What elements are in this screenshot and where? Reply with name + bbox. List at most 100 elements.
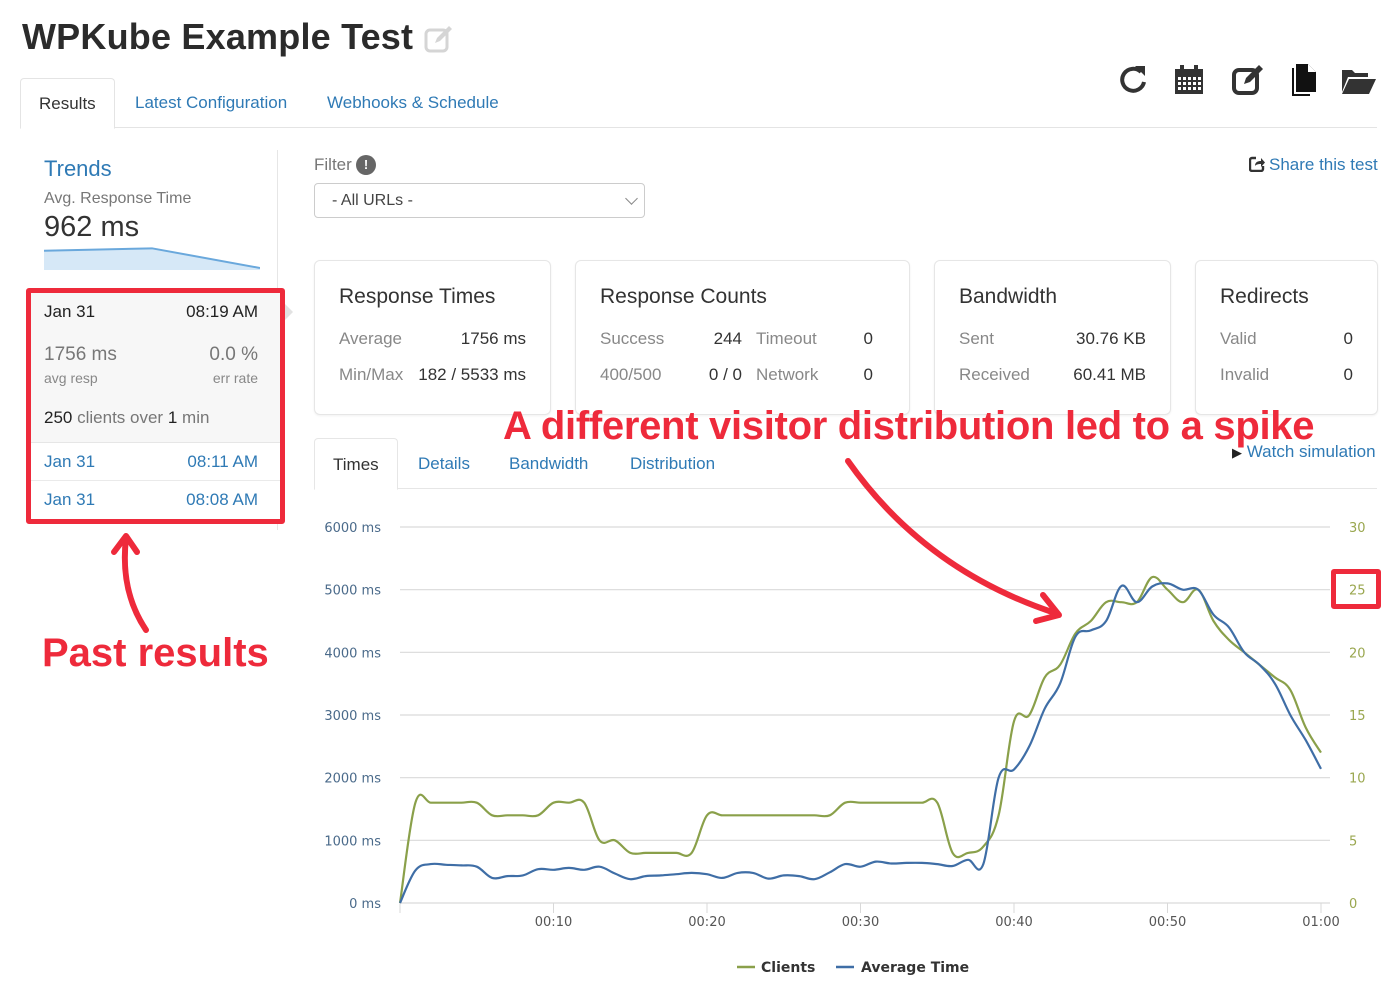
- stat-value: 0: [1343, 365, 1353, 384]
- stat-value: 244: [713, 329, 742, 348]
- url-filter-select[interactable]: - All URLs -: [314, 183, 645, 218]
- calendar-icon[interactable]: [1171, 62, 1207, 98]
- past-results-list: Jan 31 08:19 AM 1756 ms avg resp 0.0 % e…: [26, 288, 285, 524]
- stat-label: 400/500: [600, 365, 662, 384]
- tab-details[interactable]: Details: [418, 438, 470, 489]
- stat-label: Invalid: [1220, 365, 1270, 384]
- y-tick-label-right: 15: [1349, 709, 1366, 724]
- run-time: 08:08 AM: [186, 490, 258, 509]
- y-axis-left: 0 ms 1000 ms 2000 ms 3000 ms 4000 ms 5000 ms 6…: [324, 521, 381, 912]
- card-title: Response Counts: [600, 285, 767, 308]
- active-run-pointer: [285, 304, 293, 320]
- run-clients-count: 250: [44, 408, 73, 427]
- card-response-counts: Response Counts Success 244 Timeout 0 40…: [575, 260, 910, 415]
- stat-label: Network: [756, 365, 819, 384]
- run-date: Jan 31: [44, 452, 96, 471]
- stat-label: Success: [600, 329, 665, 348]
- stat-value: 0 / 0: [708, 365, 742, 384]
- annotation-arrow-up: [111, 533, 149, 633]
- folder-open-icon[interactable]: [1340, 62, 1376, 98]
- page-title: WPKube Example Test: [22, 16, 414, 57]
- run-item[interactable]: Jan 31 08:11 AM: [31, 443, 280, 481]
- stat-value: 30.76 KB: [1076, 329, 1146, 348]
- stat-label: Min/Max: [339, 365, 404, 384]
- legend-label-clients: Clients: [761, 960, 815, 976]
- tab-results[interactable]: Results: [20, 78, 115, 129]
- run-date: Jan 31: [44, 302, 96, 321]
- tab-latest-configuration[interactable]: Latest Configuration: [117, 78, 305, 128]
- copy-icon[interactable]: [1286, 62, 1322, 98]
- trend-sparkline: [44, 247, 260, 270]
- y-tick-label-left: 3000 ms: [324, 709, 381, 724]
- share-icon: [1248, 156, 1265, 173]
- card-bandwidth: Bandwidth Sent 30.76 KB Received 60.41 M…: [934, 260, 1171, 415]
- annotation-past-results: Past results: [42, 631, 269, 675]
- card-redirects: Redirects Valid 0 Invalid 0: [1195, 260, 1378, 415]
- run-err-rate: 0.0 %: [209, 344, 258, 365]
- x-axis: 00:10 00:20 00:30 00:40 00:50 01:00: [535, 915, 1340, 930]
- share-label: Share this test: [1269, 155, 1378, 174]
- sparkline-area: [44, 248, 260, 270]
- share-test-link[interactable]: Share this test: [1248, 155, 1378, 175]
- run-err-rate-label: err rate: [212, 370, 258, 386]
- x-tick-label: 00:40: [995, 915, 1032, 930]
- refresh-icon[interactable]: [1115, 62, 1151, 98]
- stat-value: 1756 ms: [460, 329, 526, 348]
- stat-label: Sent: [959, 329, 994, 348]
- run-date: Jan 31: [44, 490, 96, 509]
- annotation-spike: A different visitor distribution led to …: [503, 404, 1315, 448]
- run-clients-text: clients over: [77, 408, 164, 427]
- edit-title-icon[interactable]: [424, 24, 454, 54]
- run-duration: 1: [167, 408, 178, 427]
- chart-legend: Clients Average Time: [737, 960, 969, 976]
- run-avg-resp-label: avg resp: [44, 370, 98, 386]
- run-item[interactable]: Jan 31 08:08 AM: [31, 481, 280, 519]
- card-title: Response Times: [339, 285, 496, 308]
- stat-label: Valid: [1220, 329, 1257, 348]
- y-tick-label-left: 2000 ms: [324, 772, 381, 787]
- trend-label: Avg. Response Time: [44, 190, 192, 207]
- x-tick-label: 00:30: [842, 915, 879, 930]
- run-time: 08:11 AM: [187, 452, 258, 471]
- x-tick-label: 00:20: [688, 915, 725, 930]
- y-tick-label-left: 1000 ms: [324, 834, 381, 849]
- y-tick-label-right: 30: [1349, 521, 1366, 536]
- run-clients-summary: 250 clients over 1 min: [44, 408, 209, 428]
- stat-label: Timeout: [756, 329, 817, 348]
- y-tick-label-right: 5: [1349, 834, 1357, 849]
- x-tick-label: 00:10: [535, 915, 572, 930]
- x-tick-label: 00:50: [1149, 915, 1186, 930]
- run-item-active[interactable]: Jan 31 08:19 AM 1756 ms avg resp 0.0 % e…: [31, 293, 280, 443]
- y-tick-label-right: 10: [1349, 772, 1366, 787]
- card-title: Redirects: [1220, 285, 1309, 308]
- highlight-box-25: [1331, 569, 1381, 609]
- stat-value: 0: [1343, 329, 1353, 348]
- y-tick-label-left: 6000 ms: [324, 521, 381, 536]
- trends-title[interactable]: Trends: [44, 156, 112, 182]
- annotation-arrow-spike: [845, 458, 1062, 624]
- stat-value: 0: [863, 329, 873, 348]
- run-avg-resp: 1756 ms: [44, 344, 117, 365]
- y-tick-label-right: 20: [1349, 646, 1366, 661]
- x-tick-label: 01:00: [1302, 915, 1339, 930]
- y-tick-label-left: 0 ms: [349, 897, 381, 912]
- y-tick-label-right: 0: [1349, 897, 1357, 912]
- info-icon[interactable]: !: [356, 155, 376, 175]
- edit-icon[interactable]: [1230, 62, 1266, 98]
- run-duration-unit: min: [182, 408, 210, 427]
- card-title: Bandwidth: [959, 285, 1058, 308]
- tab-webhooks-schedule[interactable]: Webhooks & Schedule: [309, 78, 517, 128]
- chevron-down-icon: [625, 192, 638, 205]
- stat-label: Average: [339, 329, 403, 348]
- y-tick-label-left: 4000 ms: [324, 646, 381, 661]
- stat-value: 60.41 MB: [1073, 365, 1146, 384]
- card-response-times: Response Times Average 1756 ms Min/Max 1…: [314, 260, 551, 415]
- url-filter-value: - All URLs -: [332, 192, 413, 209]
- stat-label: Received: [959, 365, 1030, 384]
- tab-times[interactable]: Times: [314, 438, 398, 490]
- legend-label-average-time: Average Time: [861, 960, 969, 976]
- stat-value: 182 / 5533 ms: [418, 365, 526, 384]
- filter-label: Filter: [314, 155, 352, 174]
- stat-value: 0: [863, 365, 873, 384]
- run-time: 08:19 AM: [186, 302, 258, 321]
